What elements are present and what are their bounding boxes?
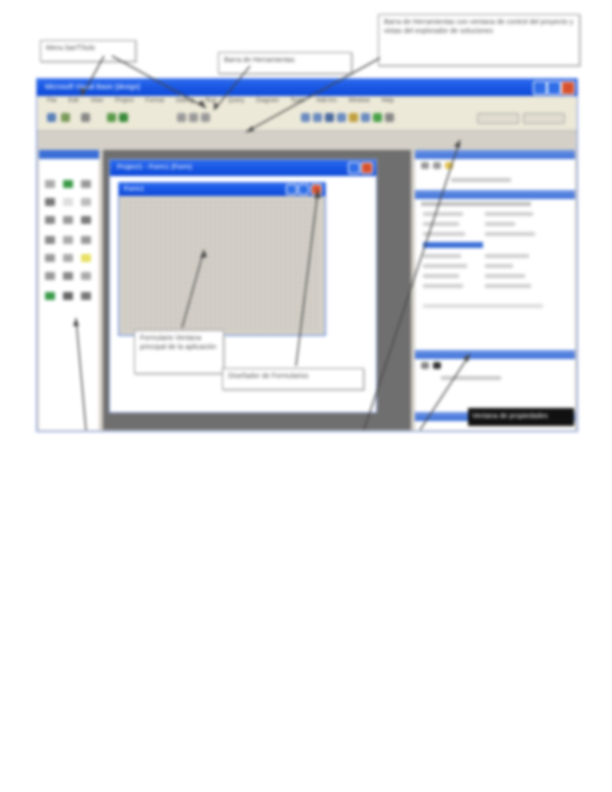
arrowhead-properties bbox=[454, 140, 460, 148]
arrowhead-project-explorer bbox=[246, 126, 254, 132]
arrowhead-toolbox bbox=[73, 318, 79, 326]
arrow-layout bbox=[419, 353, 471, 431]
arrow-menu-bar-2 bbox=[111, 55, 207, 109]
arrow-designer bbox=[295, 189, 319, 367]
arrow-form bbox=[181, 249, 205, 329]
annotation-arrows bbox=[73, 55, 471, 431]
arrowhead-menu-bar-2 bbox=[198, 100, 206, 108]
arrowhead-designer bbox=[314, 190, 321, 198]
arrow-properties bbox=[363, 139, 461, 431]
arrowhead-form bbox=[200, 250, 207, 258]
arrow-toolbox bbox=[75, 317, 87, 431]
arrow-toolbar bbox=[213, 65, 251, 111]
arrowhead-layout bbox=[463, 354, 470, 362]
arrow-project-explorer bbox=[245, 57, 381, 133]
arrowhead-toolbar bbox=[214, 102, 219, 110]
